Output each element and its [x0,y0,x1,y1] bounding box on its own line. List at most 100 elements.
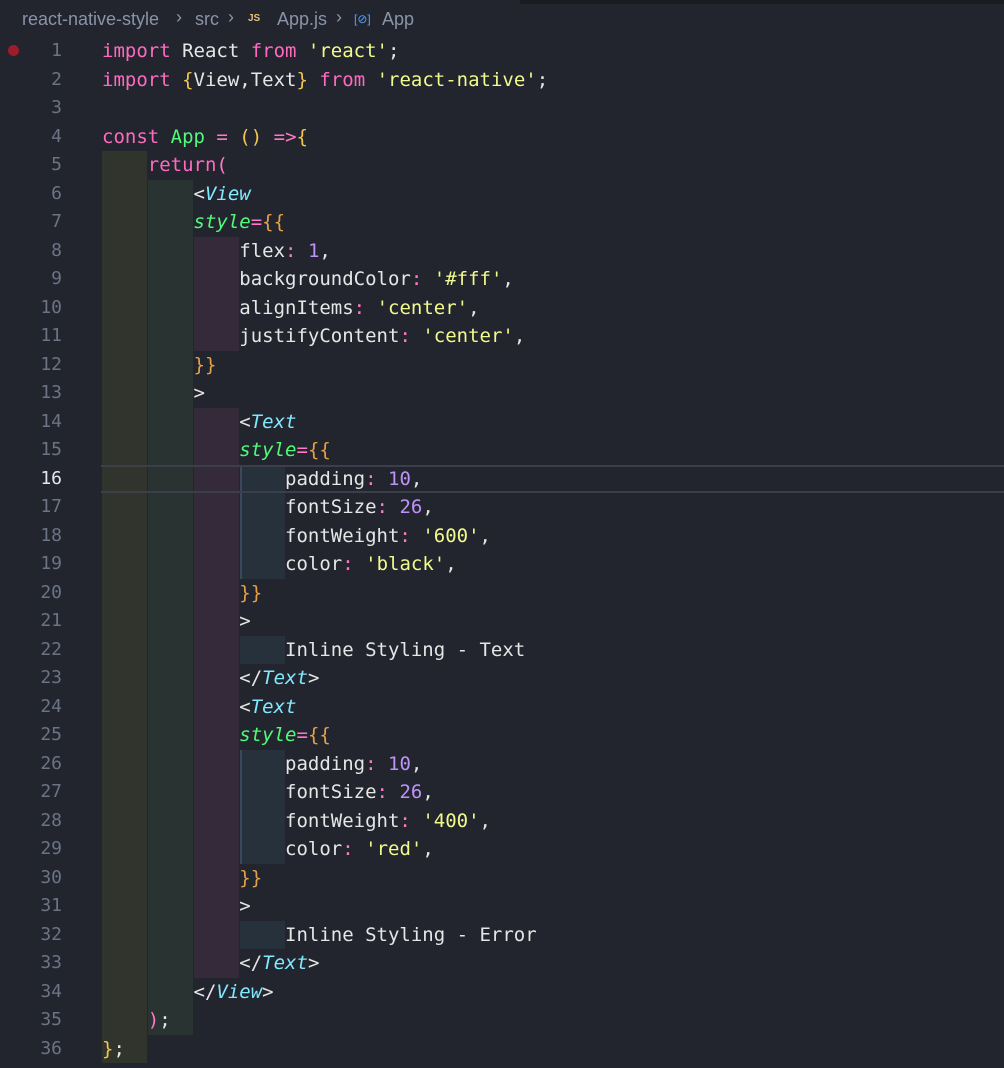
line-number[interactable]: 3 [0,94,62,123]
code-line[interactable]: 16 padding: 10, [0,465,1004,494]
code-token: > [307,952,320,974]
code-line[interactable]: 11 justifyContent: 'center', [0,322,1004,351]
code-text: </Text> [102,949,319,978]
line-number[interactable]: 29 [0,835,62,864]
code-line[interactable]: 27 fontSize: 26, [0,778,1004,807]
code-line[interactable]: 1 import React from 'react'; [0,37,1004,66]
code-token: View [204,182,251,205]
code-line[interactable]: 30 }} [0,864,1004,893]
code-token: : [399,524,423,547]
line-number[interactable]: 6 [0,180,62,209]
line-number[interactable]: 26 [0,750,62,779]
code-line[interactable]: 6 <View [0,180,1004,209]
line-number[interactable]: 30 [0,864,62,893]
line-number[interactable]: 34 [0,978,62,1007]
breadcrumb-item-project[interactable]: react-native-style [22,9,159,30]
code-line[interactable]: 8 flex: 1, [0,237,1004,266]
code-token: 1 [307,239,320,262]
line-number[interactable]: 18 [0,522,62,551]
code-line[interactable]: 7 style={{ [0,208,1004,237]
code-text: fontWeight: '600', [102,522,491,551]
line-number[interactable]: 25 [0,721,62,750]
code-line[interactable]: 2 import {View,Text} from 'react-native'; [0,66,1004,95]
line-number[interactable]: 22 [0,636,62,665]
code-line[interactable]: 32 Inline Styling - Error [0,921,1004,950]
line-number[interactable]: 13 [0,379,62,408]
line-number[interactable]: 24 [0,693,62,722]
code-editor[interactable]: 1 import React from 'react'; 2 import {View… [0,37,1004,1068]
line-number[interactable]: 27 [0,778,62,807]
line-number[interactable]: 35 [0,1006,62,1035]
code-line[interactable]: 5 return( [0,151,1004,180]
code-text: alignItems: 'center', [102,294,479,323]
line-number[interactable]: 14 [0,408,62,437]
code-token: import [102,40,183,62]
code-token: , [513,325,526,347]
code-line[interactable]: 18 fontWeight: '600', [0,522,1004,551]
code-line[interactable]: 15 style={{ [0,436,1004,465]
code-line[interactable]: 29 color: 'red', [0,835,1004,864]
code-line[interactable]: 12 }} [0,351,1004,380]
code-line[interactable]: 10 alignItems: 'center', [0,294,1004,323]
code-line[interactable]: 26 padding: 10, [0,750,1004,779]
breadcrumb-item-file[interactable]: App.js [277,9,327,30]
code-line[interactable]: 31 > [0,892,1004,921]
code-line[interactable]: 17 fontSize: 26, [0,493,1004,522]
editor-scrollbar[interactable] [520,0,1004,4]
code-line[interactable]: 24 <Text [0,693,1004,722]
line-number[interactable]: 36 [0,1035,62,1064]
breadcrumb-item-src[interactable]: src [195,9,219,30]
line-number[interactable]: 9 [0,265,62,294]
line-number[interactable]: 2 [0,66,62,95]
code-token: > [193,382,205,404]
line-number[interactable]: 17 [0,493,62,522]
line-number[interactable]: 15 [0,436,62,465]
line-number[interactable]: 32 [0,921,62,950]
code-line[interactable]: 22 Inline Styling - Text [0,636,1004,665]
line-number[interactable]: 20 [0,579,62,608]
code-line[interactable]: 14 <Text [0,408,1004,437]
line-number[interactable]: 10 [0,294,62,323]
line-number[interactable]: 19 [0,550,62,579]
code-line[interactable]: 4 const App = () =>{ [0,123,1004,152]
line-number[interactable]: 7 [0,208,62,237]
code-token: </ [193,980,217,1003]
line-number[interactable]: 31 [0,892,62,921]
code-line[interactable]: 25 style={{ [0,721,1004,750]
code-text: color: 'red', [102,835,434,864]
breadcrumb-item-symbol[interactable]: App [382,9,414,30]
line-number[interactable]: 5 [0,151,62,180]
code-line[interactable]: 21 > [0,607,1004,636]
code-token: : [410,268,434,290]
code-line[interactable]: 34 </View> [0,978,1004,1007]
code-line[interactable]: 36}; [0,1035,1004,1064]
line-number[interactable]: 8 [0,237,62,266]
code-line[interactable]: 35 ); [0,1006,1004,1035]
code-line[interactable]: 9 backgroundColor: '#fff', [0,265,1004,294]
code-token: Inline Styling - Text [285,638,526,661]
line-number[interactable]: 23 [0,664,62,693]
code-line[interactable]: 23 </Text> [0,664,1004,693]
breakpoint-icon[interactable] [8,45,19,56]
line-number[interactable]: 16 [0,465,62,494]
code-token: > [239,610,251,632]
line-number[interactable]: 33 [0,949,62,978]
code-line[interactable]: 19 color: 'black', [0,550,1004,579]
line-number[interactable]: 11 [0,322,62,351]
code-line[interactable]: 33 </Text> [0,949,1004,978]
line-number[interactable]: 28 [0,807,62,836]
code-line[interactable]: 28 fontWeight: '400', [0,807,1004,836]
code-line[interactable]: 3 [0,94,1004,123]
line-number[interactable]: 12 [0,351,62,380]
javascript-file-icon: JS [248,13,261,24]
code-token: style [193,211,251,233]
code-line[interactable]: 13 > [0,379,1004,408]
code-text: ); [102,1006,171,1035]
code-line[interactable]: 20 }} [0,579,1004,608]
line-number[interactable]: 4 [0,123,62,152]
line-number[interactable]: 21 [0,607,62,636]
